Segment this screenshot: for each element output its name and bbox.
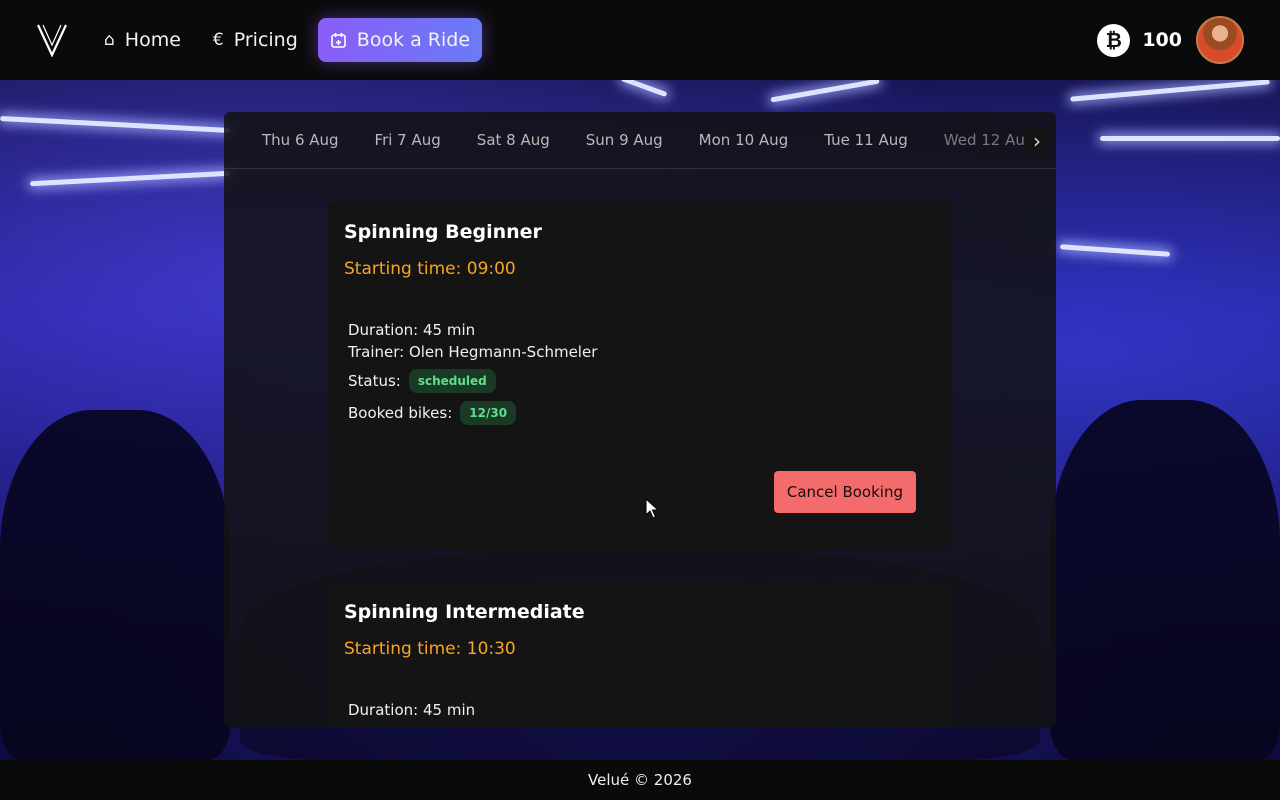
credit-balance: 100	[1142, 29, 1182, 51]
nav-book-ride-label: Book a Ride	[356, 29, 471, 51]
class-duration: Duration: 45 min	[348, 701, 476, 719]
nav-pricing-label: Pricing	[233, 29, 298, 51]
class-title: Spinning Intermediate	[344, 601, 585, 623]
class-start-time: Starting time: 09:00	[344, 259, 516, 279]
bitcoin-icon: ₿	[1097, 23, 1131, 57]
top-navbar: ⌂ Home € Pricing Book a Ride ₿ 100	[0, 0, 1280, 80]
date-selector: Thu 6 Aug Fri 7 Aug Sat 8 Aug Sun 9 Aug …	[224, 112, 1056, 169]
euro-icon: €	[212, 29, 224, 50]
status-badge: scheduled	[408, 369, 496, 393]
chevron-right-icon[interactable]: ›	[1024, 128, 1050, 154]
date-tab[interactable]: Sat 8 Aug	[459, 131, 568, 149]
footer: Velué © 2026	[0, 760, 1280, 800]
date-tab[interactable]: Mon 10 Aug	[681, 131, 807, 149]
mouse-cursor-icon	[645, 498, 659, 519]
footer-copyright: Velué © 2026	[588, 771, 692, 789]
nav-home-label: Home	[124, 29, 181, 51]
booked-bikes-badge: 12/30	[460, 401, 517, 425]
date-tab[interactable]: Sun 9 Aug	[568, 131, 681, 149]
cancel-booking-button[interactable]: Cancel Booking	[773, 471, 916, 513]
nav-home-link[interactable]: ⌂ Home	[92, 19, 193, 61]
class-trainer: Trainer: Olen Hegmann-Schmeler	[348, 343, 598, 361]
class-card: Spinning Beginner Starting time: 09:00 D…	[328, 201, 952, 549]
date-tab[interactable]: Thu 6 Aug	[244, 131, 357, 149]
class-start-time: Starting time: 10:30	[344, 639, 516, 659]
booked-bikes-label: Booked bikes:	[348, 404, 453, 422]
class-duration: Duration: 45 min	[348, 321, 476, 339]
nav-book-ride-link[interactable]: Book a Ride	[317, 18, 483, 62]
class-card: Spinning Intermediate Starting time: 10:…	[328, 581, 952, 728]
date-tab[interactable]: Fri 7 Aug	[357, 131, 459, 149]
status-label: Status:	[348, 372, 401, 390]
nav-pricing-link[interactable]: € Pricing	[201, 19, 310, 61]
schedule-panel: Thu 6 Aug Fri 7 Aug Sat 8 Aug Sun 9 Aug …	[224, 112, 1056, 728]
brand-logo[interactable]	[36, 23, 68, 57]
user-avatar[interactable]	[1196, 16, 1244, 64]
calendar-icon	[330, 32, 346, 48]
class-title: Spinning Beginner	[344, 221, 542, 243]
home-icon: ⌂	[104, 29, 115, 50]
date-tab[interactable]: Tue 11 Aug	[806, 131, 926, 149]
